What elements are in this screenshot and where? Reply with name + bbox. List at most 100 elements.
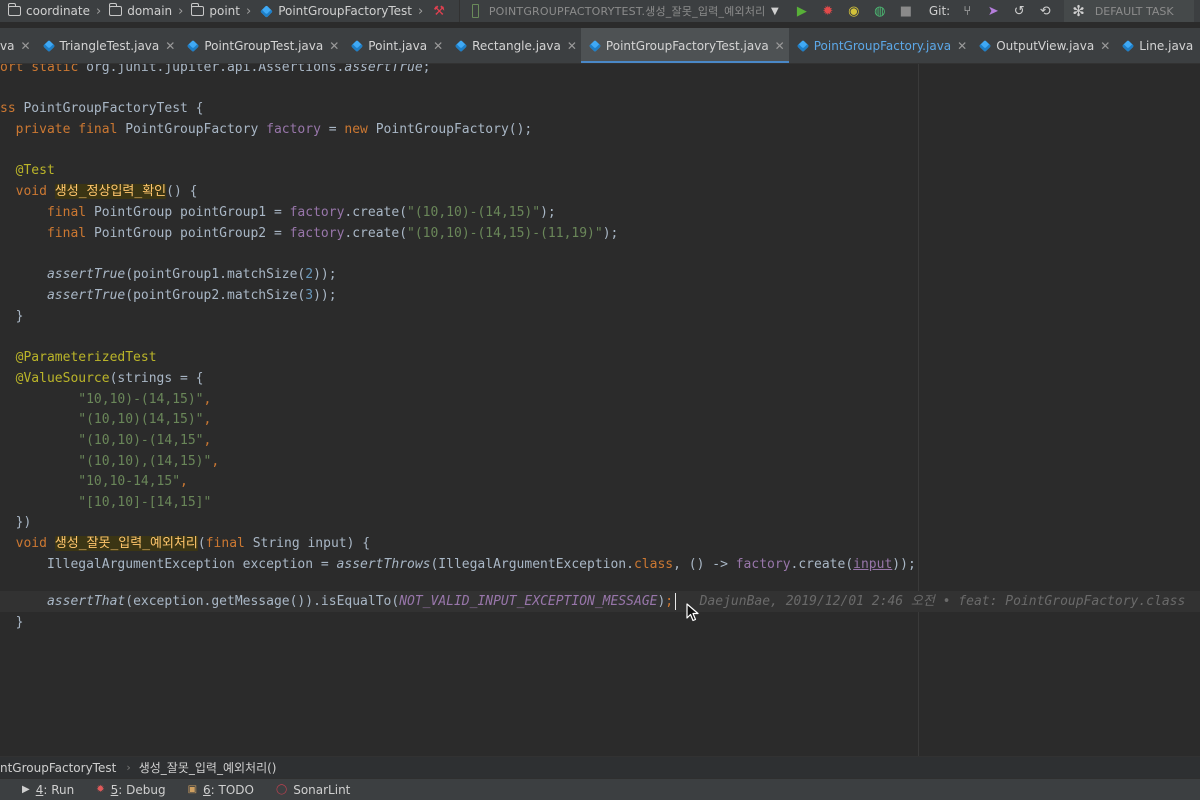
tool-window-label: SonarLint: [293, 782, 351, 797]
nav-crumb-label: point: [209, 4, 240, 18]
close-icon[interactable]: ✕: [775, 39, 785, 53]
rollback-icon[interactable]: ⟲: [1032, 0, 1058, 22]
java-class-icon: [260, 4, 273, 18]
code-editor[interactable]: ort static org.junit.jupiter.api.Asserti…: [0, 64, 1200, 756]
code-line: }: [0, 615, 24, 630]
code-line: void 생성_정상입력_확인() {: [15, 184, 198, 199]
debug-icon: ✹: [96, 784, 105, 795]
code-line: @ValueSource(strings = {: [15, 371, 204, 386]
close-icon[interactable]: ✕: [567, 39, 577, 53]
tab-0[interactable]: va ✕: [0, 28, 35, 63]
code-line: final PointGroup pointGroup1 = factory.c…: [46, 205, 556, 220]
tool-window-todo[interactable]: ▣ 6 : TODO: [188, 783, 254, 797]
tool-window-label: : Run: [43, 782, 75, 797]
java-class-icon: [979, 39, 992, 53]
close-icon[interactable]: ✕: [1100, 39, 1110, 53]
nav-crumb-domain[interactable]: domain ›: [101, 0, 183, 22]
code-line: "(10,10)-(14,15",: [78, 433, 212, 448]
todo-icon: ▣: [187, 784, 198, 795]
coverage-icon[interactable]: ◉: [841, 0, 867, 22]
run-configuration-selector[interactable]: POINTGROUPFACTORYTEST.생성_잘못_입력_예외처리 ▼: [458, 0, 789, 22]
code-line: }): [0, 515, 32, 530]
folder-icon: [108, 3, 123, 16]
tab-6[interactable]: PointGroupFactory.java ✕: [789, 28, 971, 63]
tool-window-debug[interactable]: ✹ 5 : Debug: [96, 783, 165, 797]
close-icon[interactable]: ✕: [165, 39, 175, 53]
dropdown-arrow-icon: ▼: [770, 5, 779, 17]
close-icon[interactable]: ✕: [433, 39, 443, 53]
nav-crumb-class[interactable]: PointGroupFactoryTest ›: [251, 0, 423, 22]
task-label: DEFAULT TASK: [1094, 4, 1174, 18]
editor-tab-bar: va ✕ TriangleTest.java ✕ PointGroupTest.java…: [0, 28, 1200, 64]
code-line: @Test: [15, 163, 55, 178]
close-icon[interactable]: ✕: [329, 39, 339, 53]
tab-7[interactable]: OutputView.java ✕: [971, 28, 1114, 63]
run-icon: ▶: [22, 784, 30, 795]
code-line: assertTrue(pointGroup1.matchSize(2));: [46, 267, 337, 282]
right-margin-guide: [918, 64, 919, 756]
tool-window-sonarlint[interactable]: ◯ SonarLint: [276, 783, 350, 797]
tool-window-mnemonic: 4: [35, 782, 44, 797]
tab-1[interactable]: TriangleTest.java ✕: [35, 28, 180, 63]
code-line: "10,10)-(14,15)",: [78, 392, 212, 407]
git-branch-icon[interactable]: ⑂: [954, 0, 980, 22]
nav-crumb-label: coordinate: [26, 4, 91, 18]
git-push-icon[interactable]: ➤: [980, 0, 1006, 22]
chevron-right-icon: ›: [126, 761, 131, 774]
sonarlint-icon: ◯: [276, 784, 288, 795]
debug-bug-icon[interactable]: ✹: [815, 0, 841, 22]
tab-label: PointGroupTest.java: [204, 39, 324, 53]
tab-label: OutputView.java: [996, 39, 1095, 53]
navigation-bar: coordinate › domain › point › PointGroup…: [0, 0, 1200, 22]
tool-window-bar: ▶ 4 : Run ✹ 5 : Debug ▣ 6 : TODO ◯ Sonar…: [0, 778, 1200, 800]
nav-crumb-label: domain: [127, 4, 173, 18]
method-name-highlight: 생성_잘못_입력_예외처리: [54, 536, 198, 551]
close-icon[interactable]: ✕: [957, 39, 967, 53]
java-class-icon: [42, 39, 55, 53]
code-line: void 생성_잘못_입력_예외처리(final String input) {: [15, 536, 371, 551]
run-configuration-label: POINTGROUPFACTORYTEST.생성_잘못_입력_예외처리: [488, 5, 766, 18]
history-icon[interactable]: ↺: [1006, 0, 1032, 22]
profile-icon[interactable]: ◍: [867, 0, 893, 22]
tab-4[interactable]: Rectangle.java ✕: [447, 28, 581, 63]
tab-label: PointGroupFactory.java: [813, 39, 952, 53]
chevron-right-icon: ›: [417, 3, 424, 19]
close-icon[interactable]: ✕: [20, 39, 30, 53]
tab-label: PointGroupFactoryTest.java: [605, 39, 769, 53]
breadcrumb-method[interactable]: 생성_잘못_입력_예외처리(): [139, 759, 277, 776]
tab-3[interactable]: Point.java ✕: [343, 28, 447, 63]
code-line: }: [0, 309, 24, 324]
folder-icon: [191, 3, 205, 16]
test-file-icon: [471, 4, 479, 18]
code-line: "10,10-14,15",: [78, 474, 188, 489]
git-label: Git:: [928, 4, 951, 18]
tab-8[interactable]: Line.java✕: [1114, 28, 1200, 63]
java-class-icon: [351, 39, 364, 53]
method-name-highlight: 생성_정상입력_확인: [54, 184, 167, 199]
tab-label: Point.java: [368, 39, 428, 53]
java-class-icon: [796, 39, 809, 53]
build-hammer-icon[interactable]: ⚒: [433, 4, 445, 19]
tab-label: va: [0, 39, 15, 53]
stop-icon[interactable]: ■: [893, 0, 919, 22]
nav-crumb-coordinate[interactable]: coordinate ›: [0, 0, 101, 22]
code-line: @ParameterizedTest: [15, 350, 157, 365]
tool-window-label: : Debug: [118, 782, 166, 797]
run-icon[interactable]: ▶: [789, 0, 815, 22]
java-class-icon: [1122, 39, 1135, 53]
tab-2[interactable]: PointGroupTest.java ✕: [179, 28, 343, 63]
tool-window-run[interactable]: ▶ 4 : Run: [22, 783, 74, 797]
code-line: IllegalArgumentException exception = ass…: [0, 557, 916, 572]
editor-breadcrumb: ntGroupFactoryTest › 생성_잘못_입력_예외처리(): [0, 756, 1200, 778]
task-selector[interactable]: ✻ DEFAULT TASK: [1064, 0, 1195, 22]
tab-5[interactable]: PointGroupFactoryTest.java ✕: [580, 28, 789, 63]
code-line: ort static org.junit.jupiter.api.Asserti…: [0, 64, 431, 75]
tab-label: Line.java: [1139, 39, 1194, 53]
breadcrumb-class[interactable]: ntGroupFactoryTest: [0, 761, 116, 775]
code-line: "(10,10)(14,15)",: [78, 412, 212, 427]
code-line: private final PointGroupFactory factory …: [15, 122, 533, 137]
code-line: "(10,10),(14,15)",: [78, 454, 220, 469]
task-icon: ✻: [1072, 2, 1085, 20]
folder-icon: [7, 3, 21, 16]
nav-crumb-point[interactable]: point ›: [183, 0, 251, 22]
